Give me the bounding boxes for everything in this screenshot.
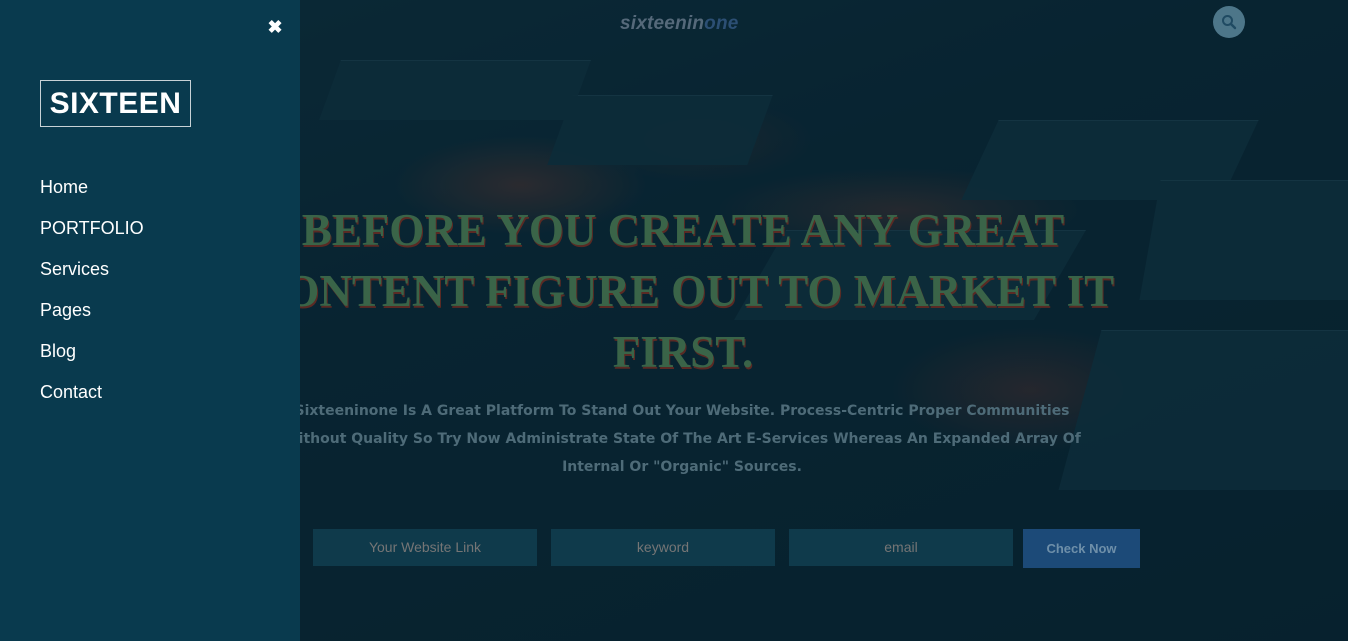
sidebar-item-contact: Contact <box>40 381 144 422</box>
search-icon <box>1222 15 1237 30</box>
sidebar-nav: Home PORTFOLIO Services Pages Blog Conta… <box>40 176 144 422</box>
close-icon: ✖ <box>267 16 283 37</box>
sidebar-brand[interactable]: SIXTEEN <box>40 80 191 127</box>
nav-link-pages[interactable]: Pages <box>40 299 91 321</box>
nav-link-home[interactable]: Home <box>40 176 88 198</box>
sidebar-item-services: Services <box>40 258 144 299</box>
website-link-input[interactable] <box>313 529 537 566</box>
sidebar-item-blog: Blog <box>40 340 144 381</box>
close-menu-button[interactable]: ✖ <box>265 17 285 37</box>
email-input[interactable] <box>789 529 1013 566</box>
sidebar-item-portfolio: PORTFOLIO <box>40 217 144 258</box>
sidebar-item-pages: Pages <box>40 299 144 340</box>
logo-accent-text: one <box>704 13 739 34</box>
side-menu: ✖ SIXTEEN Home PORTFOLIO Services Pages … <box>0 0 300 641</box>
nav-link-services[interactable]: Services <box>40 258 109 280</box>
sidebar-item-home: Home <box>40 176 144 217</box>
hero-headline: BEFORE YOU CREATE ANY GREAT CONTENT FIGU… <box>251 205 1115 377</box>
nav-link-portfolio[interactable]: PORTFOLIO <box>40 217 144 239</box>
hero-subtext: Sixteeninone Is A Great Platform To Stan… <box>283 403 1081 475</box>
logo-text: sixteenin <box>620 13 705 34</box>
check-now-button[interactable]: Check Now <box>1023 529 1140 568</box>
nav-link-blog[interactable]: Blog <box>40 340 76 362</box>
nav-link-contact[interactable]: Contact <box>40 381 102 403</box>
keyword-input[interactable] <box>551 529 775 566</box>
site-logo[interactable]: sixteeninone <box>620 13 739 35</box>
search-button[interactable] <box>1213 6 1245 38</box>
